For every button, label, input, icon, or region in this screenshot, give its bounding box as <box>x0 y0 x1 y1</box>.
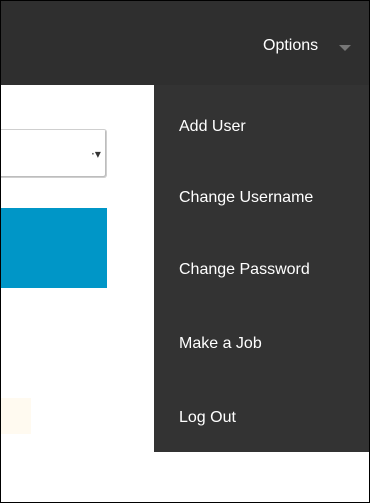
menu-item-log-out[interactable]: Log Out <box>179 409 236 427</box>
top-navbar: Options <box>1 1 369 85</box>
content-panel <box>1 398 31 434</box>
chevron-down-icon[interactable] <box>339 45 351 51</box>
menu-item-add-user[interactable]: Add User <box>179 118 246 136</box>
menu-item-make-a-job[interactable]: Make a Job <box>179 335 262 353</box>
options-dropdown-menu: Add User Change Username Change Password… <box>154 85 369 452</box>
app-frame: Options ·▾ Add User Change Username Chan… <box>0 0 370 503</box>
options-dropdown-toggle[interactable]: Options <box>263 37 318 55</box>
primary-button[interactable] <box>1 208 107 288</box>
chevron-down-icon[interactable]: ·▾ <box>91 148 101 160</box>
select-dropdown[interactable]: ·▾ <box>1 129 107 178</box>
menu-item-change-username[interactable]: Change Username <box>179 189 313 207</box>
menu-item-change-password[interactable]: Change Password <box>179 261 310 279</box>
